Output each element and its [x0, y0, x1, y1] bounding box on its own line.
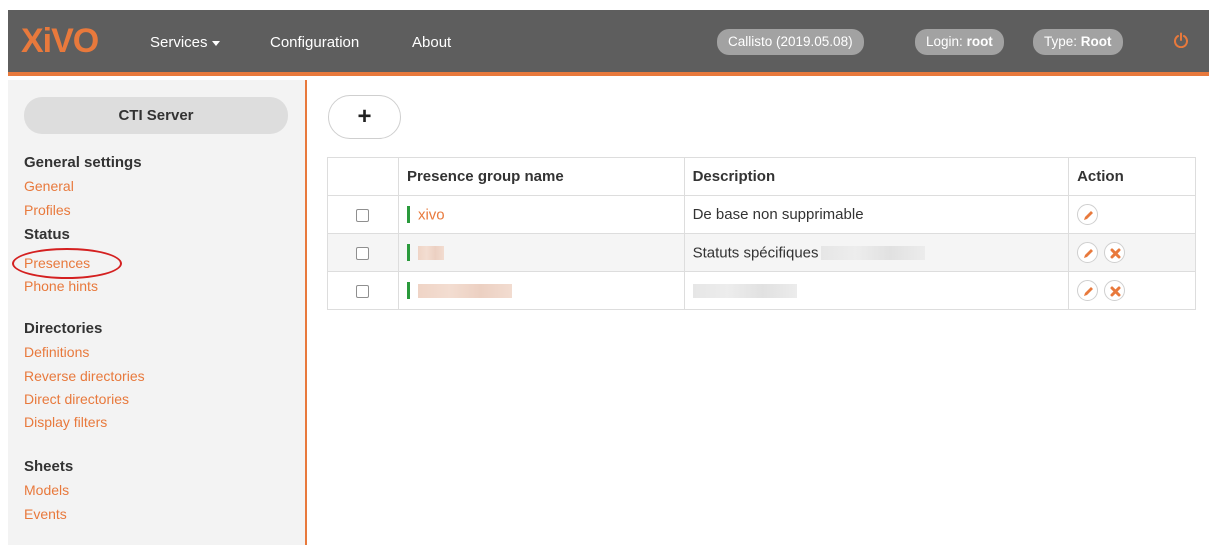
section-general-settings: General settings: [24, 154, 142, 171]
sidebar-item-display-filters[interactable]: Display filters: [24, 414, 107, 430]
section-sheets: Sheets: [24, 458, 74, 475]
status-color-bar: [406, 244, 410, 262]
header-action: Action: [1068, 157, 1196, 196]
sidebar-item-reverse-directories[interactable]: Reverse directories: [24, 368, 145, 384]
row-checkbox[interactable]: [356, 284, 369, 298]
edit-icon[interactable]: [1077, 280, 1099, 301]
cti-server-button[interactable]: CTI Server: [24, 97, 288, 134]
row-checkbox[interactable]: [356, 208, 369, 222]
nav-about[interactable]: About: [412, 34, 451, 51]
edit-icon[interactable]: [1077, 204, 1099, 225]
row-checkbox[interactable]: [356, 246, 369, 260]
header-select: [327, 157, 399, 196]
redacted-name[interactable]: [417, 245, 444, 260]
sidebar-item-definitions[interactable]: Definitions: [24, 344, 89, 360]
nav-configuration[interactable]: Configuration: [270, 34, 359, 51]
status-color-bar: [406, 282, 410, 300]
type-badge: Type: Root: [1033, 29, 1123, 55]
edit-icon[interactable]: [1077, 242, 1099, 263]
section-status: Status: [24, 226, 70, 243]
redacted-text: [692, 284, 797, 299]
section-directories: Directories: [24, 320, 103, 337]
sidebar-item-general[interactable]: General: [24, 178, 74, 194]
table-header-row: Presence group name Description Action: [327, 157, 1196, 196]
delete-icon[interactable]: [1104, 280, 1126, 301]
nav-services[interactable]: Services: [150, 34, 220, 51]
add-button[interactable]: +: [328, 95, 401, 139]
presence-group-description: De base non supprimable: [683, 195, 1070, 234]
redacted-text: [820, 245, 925, 260]
presence-group-name-link[interactable]: xivo: [418, 206, 445, 223]
login-badge: Login: root: [915, 29, 1004, 55]
type-label: Type:: [1044, 34, 1078, 49]
sidebar-item-phone-hints[interactable]: Phone hints: [24, 278, 98, 294]
nav-services-label: Services: [150, 34, 208, 51]
sidebar-item-direct-directories[interactable]: Direct directories: [24, 391, 129, 407]
sidebar-item-presences[interactable]: Presences: [24, 255, 90, 271]
xivo-logo[interactable]: XiVO: [21, 22, 99, 61]
header-presence-group-name[interactable]: Presence group name: [397, 157, 685, 196]
table-row: Statuts spécifiques: [327, 233, 1196, 272]
presence-group-description: Statuts spécifiques: [692, 244, 819, 262]
sidebar: CTI Server General settings General Prof…: [8, 80, 307, 545]
sidebar-item-profiles[interactable]: Profiles: [24, 202, 71, 218]
power-icon[interactable]: [1173, 32, 1189, 49]
version-badge: Callisto (2019.05.08): [717, 29, 864, 55]
top-navbar: XiVO Services Configuration About Callis…: [8, 10, 1209, 76]
type-value: Root: [1080, 34, 1112, 49]
table-row: xivo De base non supprimable: [327, 195, 1196, 234]
sidebar-item-models[interactable]: Models: [24, 482, 69, 498]
delete-icon[interactable]: [1104, 242, 1126, 263]
header-description[interactable]: Description: [683, 157, 1070, 196]
presence-groups-table: Presence group name Description Action x…: [327, 157, 1196, 310]
redacted-name[interactable]: [417, 283, 512, 298]
login-value: root: [966, 34, 993, 49]
caret-down-icon: [211, 40, 220, 46]
status-color-bar: [406, 206, 410, 224]
login-label: Login:: [926, 34, 963, 49]
sidebar-item-events[interactable]: Events: [24, 506, 67, 522]
table-row: [327, 271, 1196, 310]
